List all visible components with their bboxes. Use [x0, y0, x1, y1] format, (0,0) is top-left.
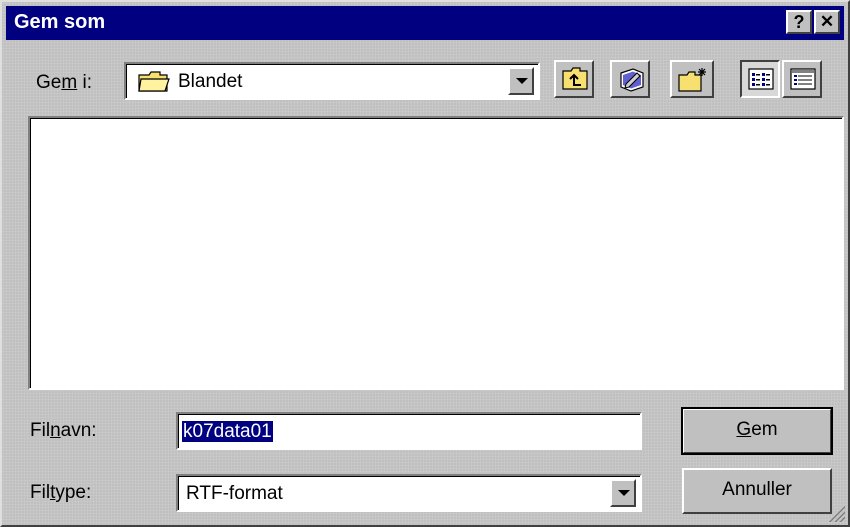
save-in-label: Gem i:	[36, 72, 92, 93]
resize-grip[interactable]	[829, 506, 845, 522]
list-view-button[interactable]	[740, 60, 780, 98]
folder-icon	[138, 71, 170, 98]
close-button[interactable]: ✕	[814, 10, 840, 34]
filename-input[interactable]: k07data01	[176, 412, 642, 450]
desktop-button[interactable]	[610, 60, 650, 98]
filename-value: k07data01	[182, 421, 273, 442]
new-folder-icon	[678, 68, 706, 92]
save-in-value: Blandet	[178, 71, 243, 92]
list-view-icon	[748, 68, 774, 90]
file-list[interactable]	[28, 116, 844, 390]
up-one-level-button[interactable]	[554, 60, 594, 98]
details-view-icon	[790, 68, 816, 90]
help-button[interactable]: ?	[786, 10, 812, 34]
title-bar[interactable]: Gem som ? ✕	[6, 6, 844, 40]
cancel-button[interactable]: Annuller	[682, 468, 832, 514]
save-as-dialog: Gem som ? ✕ Gem i: Blandet Filnavn: k07d…	[0, 0, 850, 527]
desktop-icon	[620, 68, 644, 92]
save-in-combobox[interactable]: Blandet	[124, 62, 540, 100]
up-folder-icon	[562, 67, 588, 90]
save-in-dropdown-button[interactable]	[508, 67, 534, 95]
window-title: Gem som	[14, 11, 106, 33]
filetype-combobox[interactable]: RTF-format	[176, 474, 642, 512]
filetype-dropdown-button[interactable]	[610, 479, 636, 507]
filename-label: Filnavn:	[30, 420, 97, 441]
details-view-button[interactable]	[782, 60, 822, 98]
save-button[interactable]: Gem	[681, 407, 833, 455]
filetype-label: Filtype:	[30, 482, 92, 503]
new-folder-button[interactable]	[670, 60, 714, 98]
filetype-value: RTF-format	[186, 483, 283, 504]
